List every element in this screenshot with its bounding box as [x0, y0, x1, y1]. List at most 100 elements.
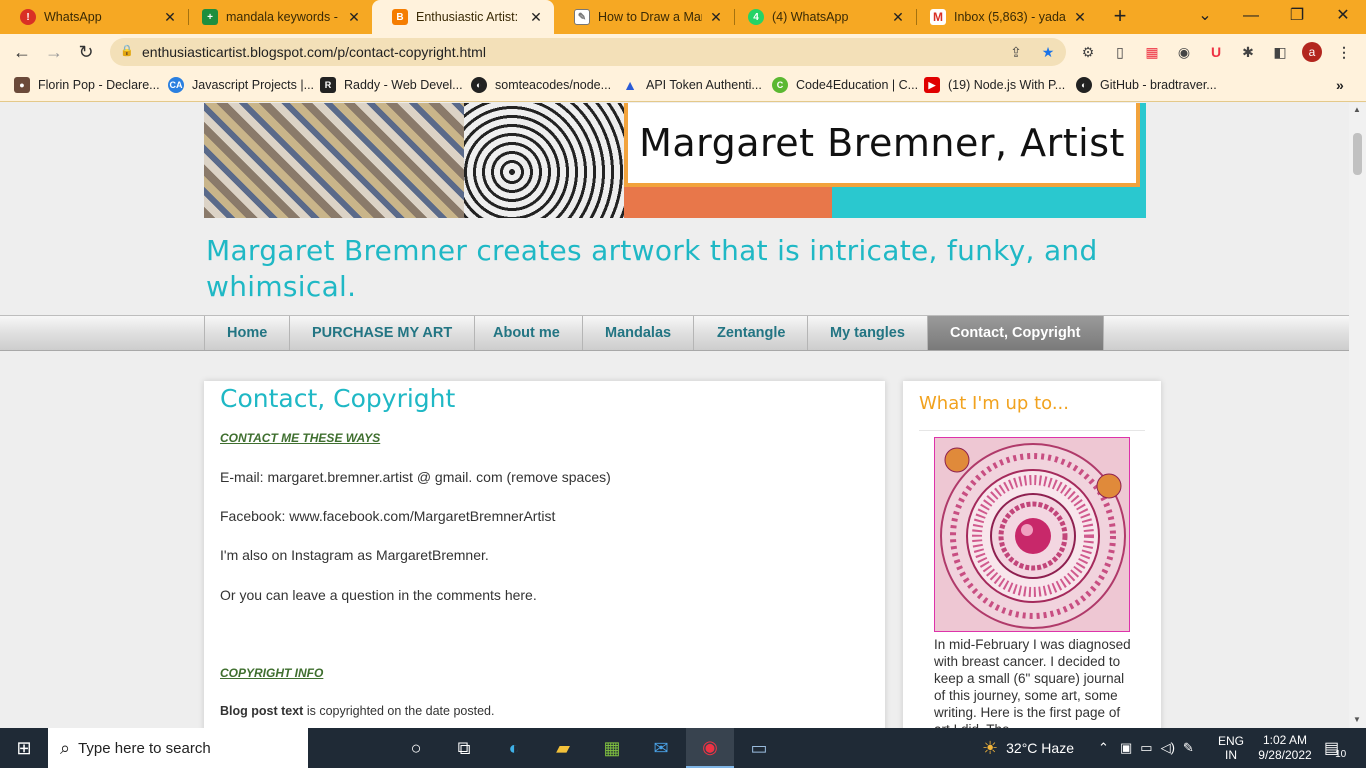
scroll-up-icon[interactable]: ▲ [1353, 105, 1361, 114]
tab-how-to-draw[interactable]: ✎ How to Draw a Manda ✕ [554, 0, 734, 34]
nav-contact-copyright[interactable]: Contact, Copyright [928, 316, 1104, 350]
url-text[interactable]: enthusiasticartist.blogspot.com/p/contac… [142, 44, 486, 60]
bookmark-label: Javascript Projects |... [192, 78, 315, 92]
bookmark-item[interactable]: ▶ (19) Node.js With P... [924, 77, 1065, 93]
profile-avatar[interactable]: a [1302, 42, 1322, 62]
notification-count: 10 [1335, 748, 1347, 760]
address-bar[interactable]: 🔒 enthusiasticartist.blogspot.com/p/cont… [110, 38, 1066, 66]
restore-button[interactable]: ❐ [1282, 4, 1312, 28]
lock-icon[interactable]: 🔒 [120, 44, 134, 58]
banner-artwork-pebbles [464, 103, 624, 218]
blog-tagline: Margaret Bremner creates artwork that is… [206, 234, 1098, 303]
mail-icon[interactable]: ✉ [637, 728, 685, 768]
scrollbar-thumb[interactable] [1353, 133, 1362, 175]
task-view-icon[interactable]: ⧉ [440, 728, 488, 768]
bookmark-item[interactable]: C Code4Education | C... [772, 77, 918, 93]
tab-whatsapp-4[interactable]: 4 (4) WhatsApp ✕ [728, 0, 916, 34]
bookmark-label: GitHub - bradtraver... [1100, 78, 1217, 92]
new-tab-button[interactable]: + [1108, 5, 1132, 29]
banner-title-card: Margaret Bremner, Artist [624, 103, 1140, 187]
tab-mandala-keywords[interactable]: + mandala keywords - G ✕ [182, 0, 372, 34]
side-panel-icon[interactable]: ◧ [1270, 42, 1290, 62]
weather-widget[interactable]: ☀ 32°C Haze [982, 728, 1074, 768]
bookmark-item[interactable]: CA Javascript Projects |... [168, 77, 314, 93]
minimize-button[interactable]: — [1236, 4, 1266, 28]
share-icon[interactable]: ⇪ [1006, 42, 1026, 62]
bookmarks-bar: ● Florin Pop - Declare... CA Javascript Pr… [0, 70, 1366, 102]
bookmark-label: Code4Education | C... [796, 78, 919, 92]
nav-about[interactable]: About me [471, 316, 583, 350]
back-button[interactable]: ← [10, 40, 34, 64]
extension-icon[interactable]: ◉ [1174, 42, 1194, 62]
extension-icon[interactable]: ⚙ [1078, 42, 1098, 62]
menu-kebab-icon[interactable]: ⋮ [1334, 42, 1354, 62]
scroll-down-icon[interactable]: ▼ [1353, 715, 1361, 724]
extension-icon[interactable]: U [1206, 42, 1226, 62]
store-icon[interactable]: ▦ [588, 728, 636, 768]
windows-taskbar: ⊞ ⌕ Type here to search ○ ⧉ ◐ ▰ ▦ ✉ ◉ ▭ … [0, 728, 1366, 768]
bookmark-item[interactable]: ● Florin Pop - Declare... [14, 77, 160, 93]
edge-icon[interactable]: ◐ [490, 728, 538, 768]
window-close-button[interactable]: ✕ [1328, 4, 1358, 28]
tab-whatsapp[interactable]: ! WhatsApp ✕ [0, 0, 188, 34]
puzzle-icon[interactable]: ✱ [1238, 42, 1258, 62]
nav-my-tangles[interactable]: My tangles [808, 316, 928, 350]
mandala-image[interactable] [934, 437, 1130, 632]
close-icon[interactable]: ✕ [528, 9, 544, 26]
contact-facebook: Facebook: www.facebook.com/MargaretBremn… [220, 508, 556, 524]
nav-zentangle[interactable]: Zentangle [695, 316, 809, 350]
bookmark-item[interactable]: ◐ somteacodes/node... [471, 77, 611, 93]
sheets-icon: + [202, 9, 218, 25]
bookmark-label: (19) Node.js With P... [948, 78, 1066, 92]
bookmark-item[interactable]: ▲ API Token Authenti... [622, 77, 762, 93]
tab-enthusiastic-artist[interactable]: B Enthusiastic Artist: Co ✕ [372, 0, 554, 34]
bookmark-item[interactable]: R Raddy - Web Devel... [320, 77, 463, 93]
extension-icon[interactable]: ▯ [1110, 42, 1130, 62]
clock[interactable]: 1:02 AM 9/28/2022 [1254, 728, 1316, 768]
contact-instagram: I'm also on Instagram as MargaretBremner… [220, 547, 489, 563]
forward-button[interactable]: → [42, 40, 66, 64]
whatsapp-icon: 4 [748, 9, 764, 25]
tab-strip: ! WhatsApp ✕ + mandala keywords - G ✕ B … [0, 0, 1366, 34]
post-body: Contact, Copyright CONTACT ME THESE WAYS… [204, 381, 885, 728]
app-icon[interactable]: ▭ [735, 728, 783, 768]
tab-title: WhatsApp [44, 10, 102, 24]
nav-mandalas[interactable]: Mandalas [583, 316, 695, 350]
windows-start-icon[interactable]: ⊞ [0, 728, 48, 768]
page-scrollbar[interactable]: ▲ ▼ [1349, 103, 1366, 728]
close-icon[interactable]: ✕ [890, 9, 906, 26]
meet-icon[interactable]: ▣ [1120, 740, 1132, 756]
taskbar-search[interactable]: ⌕ Type here to search [48, 728, 308, 768]
notifications-icon[interactable]: ▤ 10 [1324, 728, 1346, 768]
bookmark-star-icon[interactable]: ★ [1038, 42, 1058, 62]
tab-title: Enthusiastic Artist: Co [416, 10, 522, 24]
blog-banner[interactable]: Margaret Bremner, Artist [204, 103, 1146, 218]
clock-date: 9/28/2022 [1258, 748, 1312, 762]
tray-icons[interactable]: ▣ ▭ ◁) ✎ [1120, 728, 1194, 768]
pen-icon[interactable]: ✎ [1183, 740, 1194, 756]
tab-title: mandala keywords - G [226, 10, 340, 24]
close-icon[interactable]: ✕ [1072, 9, 1088, 26]
volume-icon[interactable]: ◁) [1161, 740, 1175, 756]
site-icon: CA [168, 77, 184, 93]
language-indicator[interactable]: ENG IN [1218, 728, 1244, 768]
tab-search-chevron-icon[interactable]: ⌄ [1190, 4, 1220, 28]
tab-inbox[interactable]: M Inbox (5,863) - yadava ✕ [910, 0, 1098, 34]
close-icon[interactable]: ✕ [708, 9, 724, 26]
close-icon[interactable]: ✕ [162, 9, 178, 26]
contact-comments: Or you can leave a question in the comme… [220, 587, 537, 603]
nav-home[interactable]: Home [204, 316, 291, 350]
close-icon[interactable]: ✕ [346, 9, 362, 26]
file-explorer-icon[interactable]: ▰ [539, 728, 587, 768]
chrome-icon[interactable]: ◉ [686, 728, 734, 768]
nav-purchase[interactable]: PURCHASE MY ART [290, 316, 476, 350]
tray-chevron-icon[interactable]: ⌃ [1098, 728, 1109, 768]
more-bookmarks-chevron-icon[interactable]: » [1336, 77, 1344, 93]
cortana-icon[interactable]: ○ [392, 728, 440, 768]
blog-nav: Home PURCHASE MY ART About me Mandalas Z… [0, 315, 1349, 351]
gmail-icon: M [930, 9, 946, 25]
reload-button[interactable]: ↻ [74, 40, 98, 64]
bookmark-item[interactable]: ◐ GitHub - bradtraver... [1076, 77, 1217, 93]
network-icon[interactable]: ▭ [1140, 740, 1152, 756]
extension-icon[interactable]: ▦ [1142, 42, 1162, 62]
